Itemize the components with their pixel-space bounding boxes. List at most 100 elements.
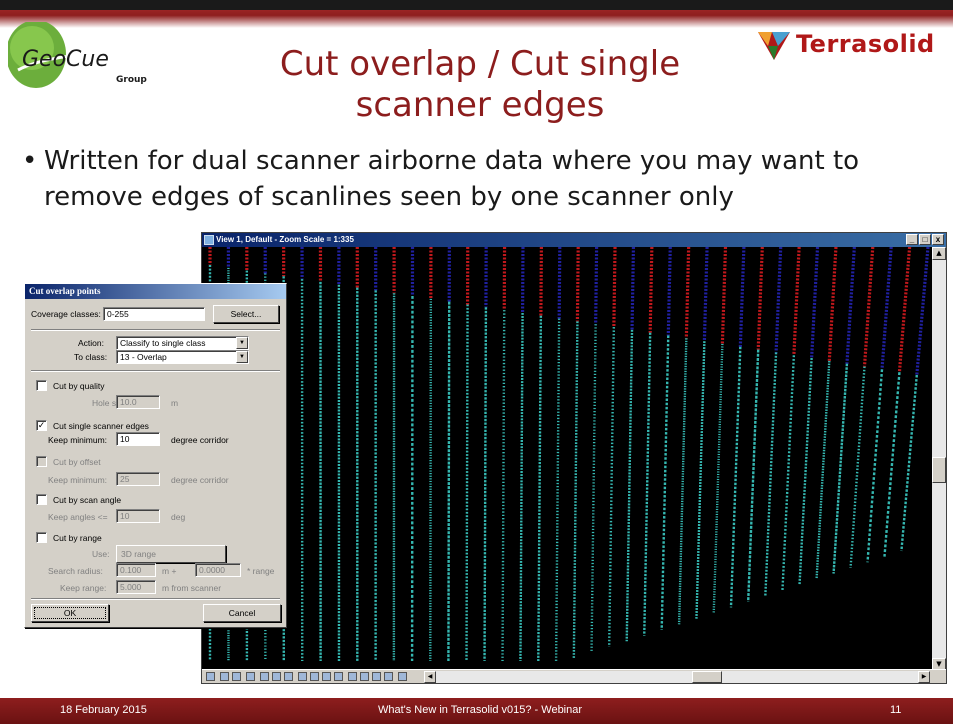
toolbar-rotate-icon[interactable]: [272, 672, 281, 681]
cut-overlap-dialog: Cut overlap points Coverage classes: 0-2…: [24, 283, 287, 628]
cut-by-scan-angle-label: Cut by scan angle: [53, 495, 122, 505]
cancel-button[interactable]: Cancel: [203, 604, 281, 622]
scanline: [746, 247, 764, 602]
scanline-points: [590, 324, 597, 653]
toolbar-view-icon[interactable]: [206, 672, 215, 681]
toolbar-3d-icon[interactable]: [398, 672, 407, 681]
hole-size-unit: m: [171, 398, 179, 408]
scanline-edge-points: [702, 247, 709, 342]
to-class-select-value: 13 - Overlap: [120, 352, 167, 362]
scanline-points: [832, 363, 849, 574]
cut-single-scanner-edges-label: Cut single scanner edges: [53, 421, 149, 431]
cut-single-scanner-edges-checkbox[interactable]: ✓: [36, 420, 47, 431]
toolbar-pan-icon[interactable]: [246, 672, 255, 681]
vertical-scroll-thumb[interactable]: [932, 457, 946, 483]
select-button[interactable]: Select...: [213, 305, 279, 323]
point-cloud-canvas[interactable]: [202, 247, 932, 671]
scanline-edge-points: [827, 247, 838, 361]
svg-text:Group: Group: [116, 75, 147, 85]
scanline-points: [447, 301, 451, 662]
cut-by-offset-checkbox[interactable]: [36, 456, 47, 467]
scanline: [764, 247, 783, 597]
toolbar-next-icon[interactable]: [334, 672, 343, 681]
scanline: [483, 247, 488, 662]
keep-minimum-offset-label: Keep minimum:: [48, 475, 108, 485]
scanline-points: [900, 374, 919, 552]
svg-text:GeoCue: GeoCue: [22, 47, 109, 72]
bullet-line-2: remove edges of scanlines seen by one sc…: [44, 182, 734, 212]
footer-date: 18 February 2015: [60, 704, 147, 716]
search-radius-input[interactable]: 0.100: [116, 563, 156, 577]
action-select-value: Classify to single class: [120, 338, 206, 348]
toolbar-update-icon[interactable]: [310, 672, 319, 681]
geocue-logo: GeoCue Group: [6, 20, 158, 92]
toolbar-fit-icon[interactable]: [260, 672, 269, 681]
search-radius-factor-unit: * range: [247, 566, 275, 576]
toolbar-copy-icon[interactable]: [372, 672, 381, 681]
scanline-points: [798, 358, 813, 585]
scanline: [465, 247, 470, 662]
ok-button[interactable]: OK: [31, 604, 109, 622]
cut-by-quality-checkbox[interactable]: [36, 380, 47, 391]
use-range-button[interactable]: 3D range: [116, 545, 226, 563]
coverage-classes-label: Coverage classes:: [31, 309, 101, 319]
toolbar-display-icon[interactable]: [360, 672, 369, 681]
scroll-left-arrow-icon[interactable]: ◀: [424, 671, 436, 683]
scanline: [590, 247, 599, 653]
keep-angles-input[interactable]: 10: [116, 509, 160, 523]
scanline: [798, 247, 820, 585]
scanline-points: [660, 335, 670, 631]
scanline-edge-points: [612, 247, 617, 328]
scroll-right-arrow-icon[interactable]: ▶: [918, 671, 930, 683]
scanline-points: [519, 312, 524, 662]
action-select[interactable]: Classify to single class ▼: [116, 336, 249, 350]
close-button[interactable]: x: [932, 234, 944, 245]
scanline-edge-points: [845, 247, 856, 364]
maximize-button[interactable]: □: [919, 234, 931, 245]
toolbar-settings-icon[interactable]: [348, 672, 357, 681]
keep-range-input[interactable]: 5.000: [116, 580, 156, 594]
scroll-up-arrow-icon[interactable]: ▲: [932, 247, 946, 260]
toolbar-area-icon[interactable]: [298, 672, 307, 681]
footer-title: What's New in Terrasolid v015? - Webinar: [377, 704, 583, 716]
scanline: [832, 247, 856, 574]
to-class-label: To class:: [74, 352, 108, 362]
hole-size-input[interactable]: 10.0: [116, 395, 160, 409]
toolbar-previous-icon[interactable]: [322, 672, 331, 681]
toolbar-zoom-in-icon[interactable]: [220, 672, 229, 681]
scanline: [519, 247, 525, 662]
vertical-scrollbar[interactable]: ▲ ▼: [932, 247, 946, 671]
bullet-line-1: Written for dual scanner airborne data w…: [44, 146, 860, 176]
keep-range-label: Keep range:: [60, 583, 107, 593]
coverage-classes-input[interactable]: 0-255: [103, 307, 205, 321]
view-window-titlebar[interactable]: View 1, Default - Zoom Scale = 1:335 _ □…: [202, 233, 946, 247]
scanline-edge-points: [557, 247, 562, 319]
scanline-points: [695, 341, 706, 619]
view-toolbar: ◀ ▶: [202, 669, 946, 683]
scanline-points: [781, 355, 796, 591]
divider: [31, 329, 280, 331]
point-cloud-scanlines: [208, 247, 930, 662]
scanline: [572, 247, 580, 659]
cut-by-range-checkbox[interactable]: [36, 532, 47, 543]
horizontal-scrollbar[interactable]: ◀ ▶: [424, 671, 930, 683]
keep-minimum-input[interactable]: 10: [116, 432, 160, 446]
scanline: [729, 247, 746, 608]
title-line-1: Cut overlap / Cut single: [279, 44, 681, 84]
horizontal-scroll-thumb[interactable]: [692, 671, 722, 683]
scanline-points: [883, 372, 901, 557]
scanline-points: [849, 366, 866, 569]
keep-minimum-offset-input[interactable]: 25: [116, 472, 160, 486]
toolbar-window-icon[interactable]: [284, 672, 293, 681]
keep-angles-unit: deg: [171, 512, 186, 522]
minimize-button[interactable]: _: [906, 234, 918, 245]
scanline: [625, 247, 636, 642]
search-radius-factor-input[interactable]: 0.0000: [195, 563, 241, 577]
toolbar-clip-icon[interactable]: [384, 672, 393, 681]
to-class-select[interactable]: 13 - Overlap ▼: [116, 350, 249, 364]
toolbar-zoom-out-icon[interactable]: [232, 672, 241, 681]
cut-by-scan-angle-checkbox[interactable]: [36, 494, 47, 505]
scanline-points: [465, 304, 469, 662]
view-window: View 1, Default - Zoom Scale = 1:335 _ □…: [201, 232, 947, 684]
dialog-title[interactable]: Cut overlap points: [25, 284, 286, 299]
